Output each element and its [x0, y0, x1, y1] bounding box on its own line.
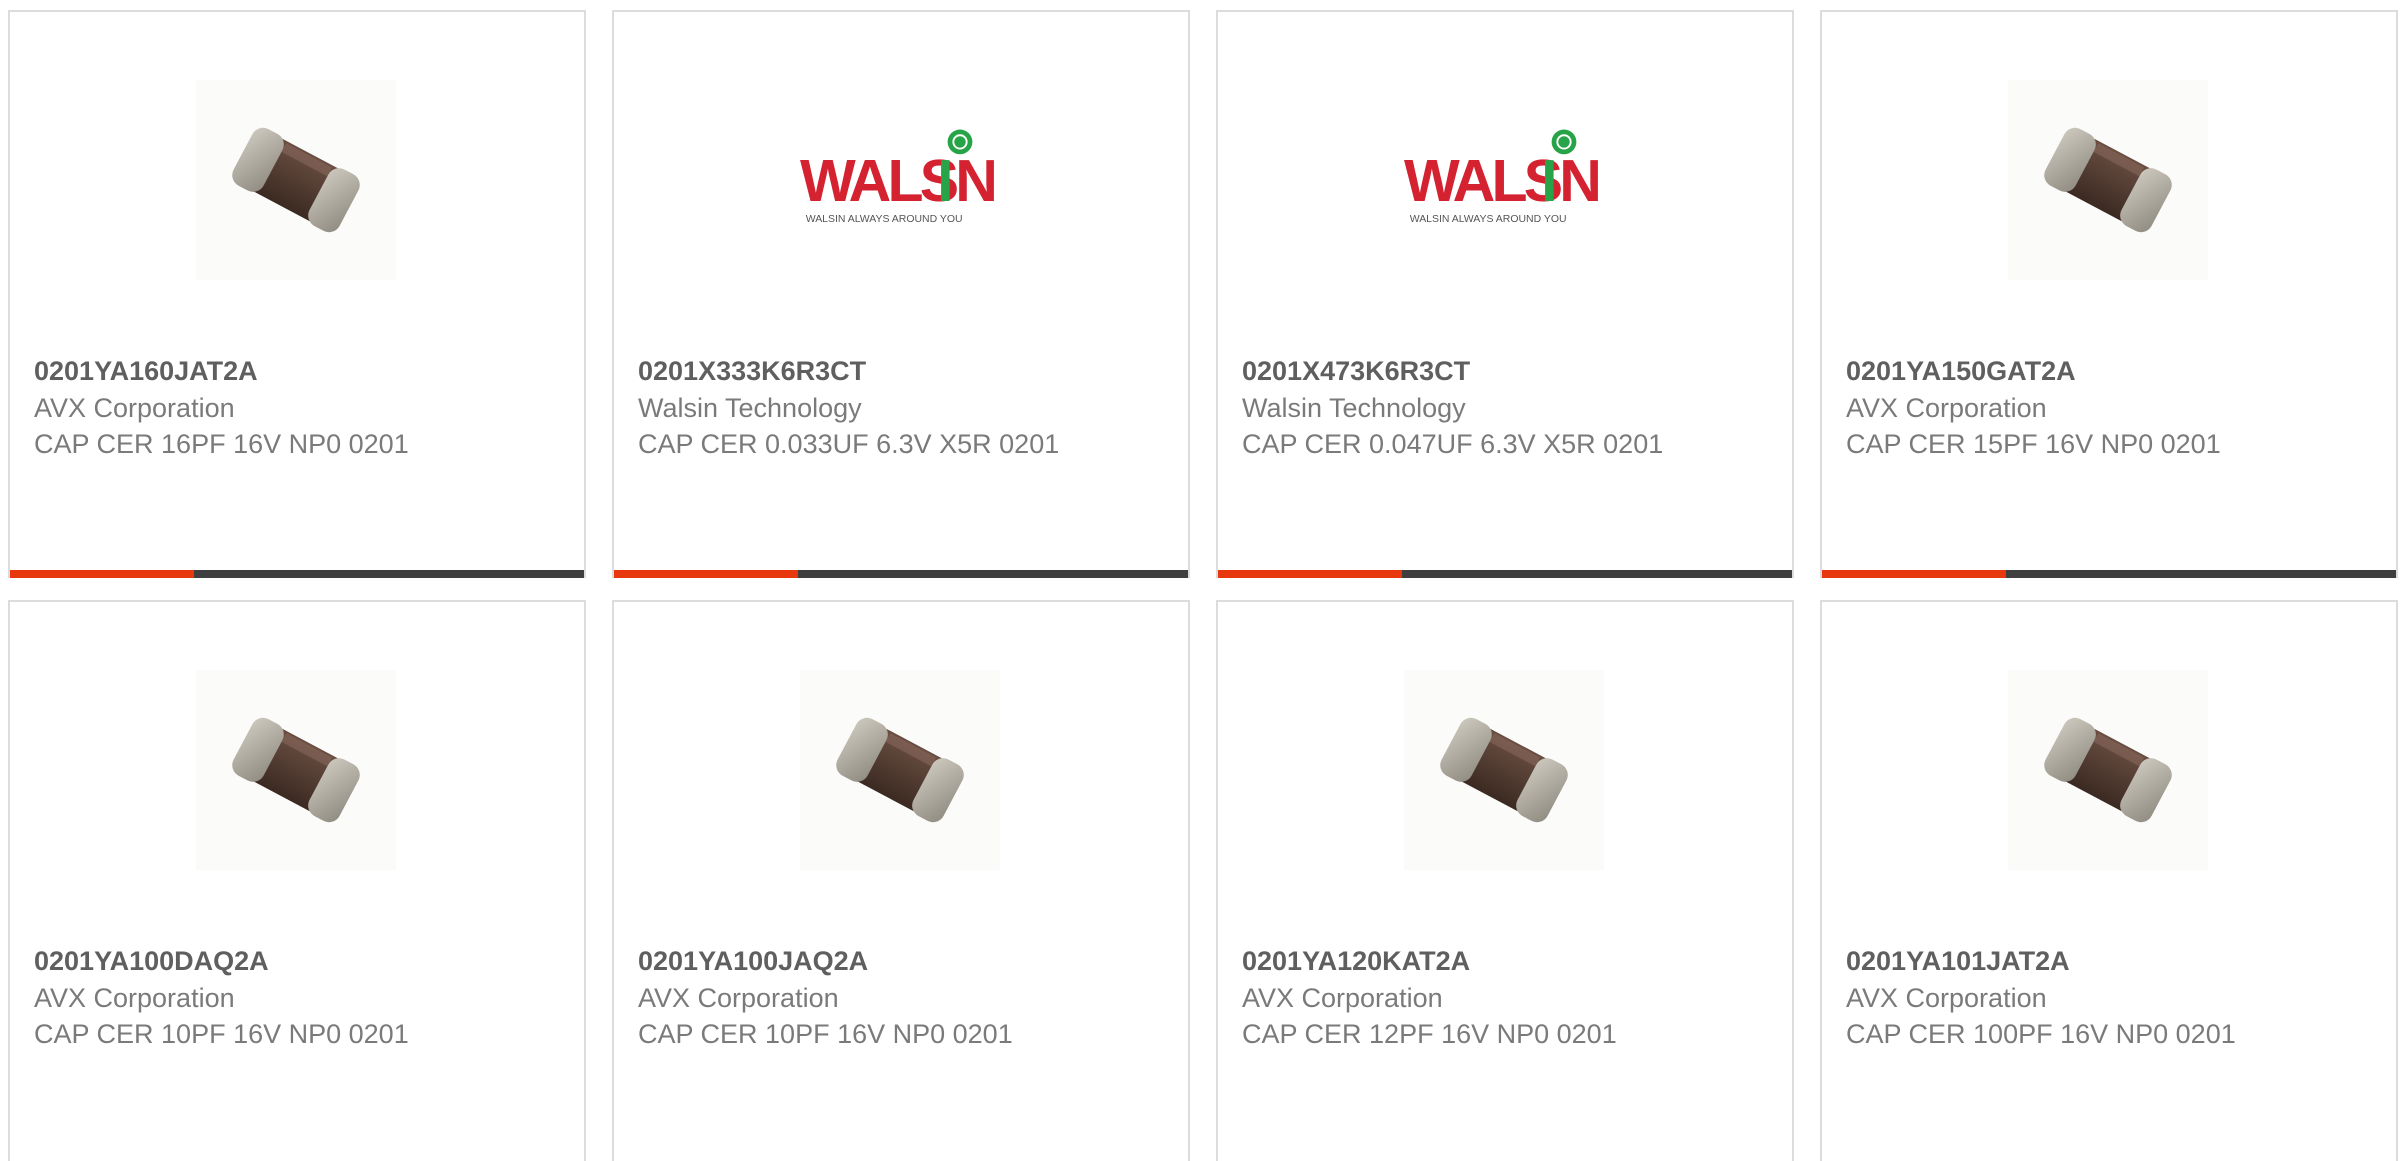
product-image[interactable] — [196, 670, 396, 870]
product-image[interactable] — [2008, 80, 2208, 280]
product-card[interactable]: WALS I N WALSIN ALWAYS AROUND YOU 0201X4… — [1216, 10, 1794, 578]
manufacturer-name: AVX Corporation — [34, 393, 235, 423]
product-description: CAP CER 100PF 16V NP0 0201 — [1846, 1019, 2236, 1049]
part-number-link[interactable]: 0201X473K6R3CT — [1242, 352, 1682, 390]
walsin-logo-icon: WALS I N WALSIN ALWAYS AROUND YOU — [1404, 129, 1602, 225]
progress-bar — [1822, 570, 2396, 578]
product-image[interactable]: WALS I N WALSIN ALWAYS AROUND YOU — [800, 80, 1000, 280]
product-info: 0201YA120KAT2A AVX Corporation CAP CER 1… — [1242, 942, 1682, 1052]
product-image[interactable] — [196, 80, 396, 280]
ceramic-capacitor-icon — [1404, 670, 1604, 870]
walsin-logo-icon: WALS I N WALSIN ALWAYS AROUND YOU — [800, 129, 998, 225]
product-image[interactable]: WALS I N WALSIN ALWAYS AROUND YOU — [1404, 80, 1604, 280]
product-card[interactable]: 0201YA100DAQ2A AVX Corporation CAP CER 1… — [8, 600, 586, 1161]
manufacturer-name: AVX Corporation — [638, 983, 839, 1013]
manufacturer-name: AVX Corporation — [34, 983, 235, 1013]
product-info: 0201X473K6R3CT Walsin Technology CAP CER… — [1242, 352, 1682, 462]
product-info: 0201YA150GAT2A AVX Corporation CAP CER 1… — [1846, 352, 2286, 462]
part-number-link[interactable]: 0201YA120KAT2A — [1242, 942, 1682, 980]
ceramic-capacitor-icon — [2008, 80, 2208, 280]
manufacturer-name: Walsin Technology — [638, 393, 862, 423]
svg-text:N: N — [955, 148, 998, 214]
product-description: CAP CER 0.047UF 6.3V X5R 0201 — [1242, 429, 1664, 459]
svg-text:WALS: WALS — [1404, 148, 1562, 214]
progress-bar-fill — [1822, 570, 2006, 578]
progress-bar-fill — [1218, 570, 1402, 578]
ceramic-capacitor-icon — [800, 670, 1000, 870]
product-image[interactable] — [1404, 670, 1604, 870]
product-card[interactable]: 0201YA120KAT2A AVX Corporation CAP CER 1… — [1216, 600, 1794, 1161]
product-description: CAP CER 15PF 16V NP0 0201 — [1846, 429, 2221, 459]
part-number-link[interactable]: 0201YA100DAQ2A — [34, 942, 474, 980]
product-card[interactable]: 0201YA160JAT2A AVX Corporation CAP CER 1… — [8, 10, 586, 578]
product-description: CAP CER 10PF 16V NP0 0201 — [34, 1019, 409, 1049]
svg-text:WALSIN ALWAYS AROUND YOU: WALSIN ALWAYS AROUND YOU — [806, 214, 963, 225]
product-info: 0201YA160JAT2A AVX Corporation CAP CER 1… — [34, 352, 474, 462]
product-grid: 0201YA160JAT2A AVX Corporation CAP CER 1… — [8, 10, 2400, 1161]
part-number-link[interactable]: 0201YA101JAT2A — [1846, 942, 2286, 980]
progress-bar-fill — [10, 570, 194, 578]
product-card[interactable]: 0201YA150GAT2A AVX Corporation CAP CER 1… — [1820, 10, 2398, 578]
part-number-link[interactable]: 0201X333K6R3CT — [638, 352, 1078, 390]
part-number-link[interactable]: 0201YA160JAT2A — [34, 352, 474, 390]
product-info: 0201X333K6R3CT Walsin Technology CAP CER… — [638, 352, 1078, 462]
part-number-link[interactable]: 0201YA150GAT2A — [1846, 352, 2286, 390]
svg-text:I: I — [1541, 148, 1557, 214]
svg-text:I: I — [937, 148, 953, 214]
product-image[interactable] — [2008, 670, 2208, 870]
progress-bar — [10, 570, 584, 578]
manufacturer-name: Walsin Technology — [1242, 393, 1466, 423]
product-description: CAP CER 10PF 16V NP0 0201 — [638, 1019, 1013, 1049]
manufacturer-name: AVX Corporation — [1242, 983, 1443, 1013]
product-info: 0201YA100JAQ2A AVX Corporation CAP CER 1… — [638, 942, 1078, 1052]
product-description: CAP CER 12PF 16V NP0 0201 — [1242, 1019, 1617, 1049]
ceramic-capacitor-icon — [2008, 670, 2208, 870]
manufacturer-name: AVX Corporation — [1846, 393, 2047, 423]
svg-text:WALS: WALS — [800, 148, 958, 214]
progress-bar-fill — [614, 570, 798, 578]
ceramic-capacitor-icon — [196, 80, 396, 280]
svg-text:WALSIN ALWAYS AROUND YOU: WALSIN ALWAYS AROUND YOU — [1410, 214, 1567, 225]
product-info: 0201YA100DAQ2A AVX Corporation CAP CER 1… — [34, 942, 474, 1052]
product-description: CAP CER 0.033UF 6.3V X5R 0201 — [638, 429, 1060, 459]
progress-bar — [614, 570, 1188, 578]
manufacturer-name: AVX Corporation — [1846, 983, 2047, 1013]
progress-bar — [1218, 570, 1792, 578]
product-card[interactable]: WALS I N WALSIN ALWAYS AROUND YOU 0201X3… — [612, 10, 1190, 578]
product-card[interactable]: 0201YA100JAQ2A AVX Corporation CAP CER 1… — [612, 600, 1190, 1161]
product-info: 0201YA101JAT2A AVX Corporation CAP CER 1… — [1846, 942, 2286, 1052]
product-card[interactable]: 0201YA101JAT2A AVX Corporation CAP CER 1… — [1820, 600, 2398, 1161]
product-image[interactable] — [800, 670, 1000, 870]
product-description: CAP CER 16PF 16V NP0 0201 — [34, 429, 409, 459]
svg-text:N: N — [1559, 148, 1602, 214]
ceramic-capacitor-icon — [196, 670, 396, 870]
part-number-link[interactable]: 0201YA100JAQ2A — [638, 942, 1078, 980]
